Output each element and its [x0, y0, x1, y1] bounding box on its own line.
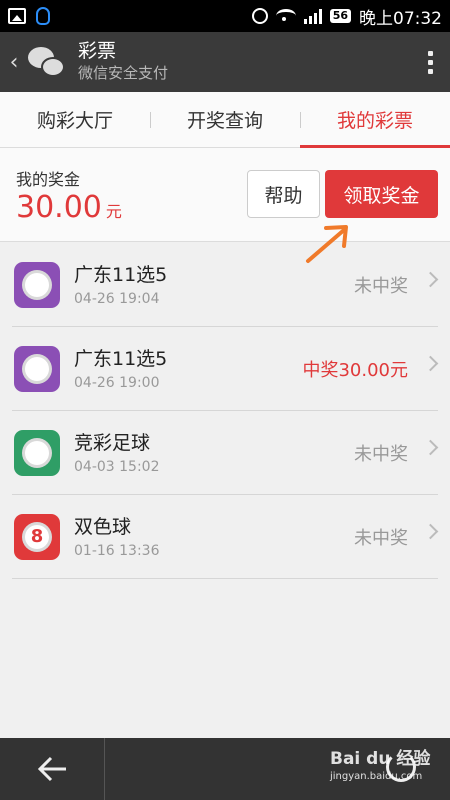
- back-arrow-icon: [37, 756, 66, 782]
- chevron-right-icon: [422, 439, 439, 456]
- tab-draw-results[interactable]: 开奖查询: [150, 92, 300, 147]
- qq-icon: [36, 7, 50, 25]
- status-bar: 56 晚上07:32: [0, 0, 450, 32]
- row-text: 竞彩足球 04-03 15:02: [74, 429, 159, 477]
- tab-lottery-hall[interactable]: 购彩大厅: [0, 92, 150, 147]
- watermark-main: Bai du 经验: [330, 749, 431, 769]
- title-bar: ‹ 彩票 微信安全支付: [0, 32, 450, 92]
- signal-icon: [303, 8, 322, 24]
- soccer-ball-icon: [14, 429, 60, 476]
- status-left: [8, 7, 50, 25]
- tab-my-tickets[interactable]: 我的彩票: [300, 92, 450, 148]
- battery-icon: 56: [329, 9, 351, 23]
- row-text: 广东11选5 04-26 19:04: [74, 261, 167, 309]
- tab-bar: 购彩大厅 开奖查询 我的彩票: [0, 92, 450, 148]
- ticket-status: 中奖30.00元: [302, 359, 408, 381]
- row-text: 双色球 01-16 13:36: [74, 513, 159, 561]
- ticket-status: 未中奖: [354, 527, 408, 549]
- list-item[interactable]: 广东11选5 04-26 19:04 未中奖: [12, 243, 439, 327]
- list-item[interactable]: 竞彩足球 04-03 15:02 未中奖: [12, 411, 439, 495]
- back-chevron-icon[interactable]: ‹: [0, 50, 28, 75]
- list-item[interactable]: 广东11选5 04-26 19:00 中奖30.00元: [12, 327, 439, 411]
- ticket-time: 01-16 13:36: [74, 542, 160, 559]
- clock: 晚上07:32: [359, 8, 442, 29]
- page-title: 彩票: [78, 40, 117, 62]
- row-text: 广东11选5 04-26 19:00: [74, 345, 167, 393]
- page-subtitle: 微信安全支付: [78, 64, 169, 82]
- back-arrow-button[interactable]: [0, 738, 105, 800]
- wechat-icon: [28, 43, 66, 81]
- prize-amount-block: 30.00 元: [16, 190, 122, 225]
- prize-unit: 元: [105, 202, 122, 221]
- lottery-11x5-icon: [14, 345, 60, 392]
- title-block: 彩票 微信安全支付: [78, 40, 168, 84]
- status-right: 56 晚上07:32: [251, 4, 442, 29]
- prize-label: 我的奖金: [16, 170, 81, 189]
- ticket-time: 04-03 15:02: [74, 458, 160, 475]
- watermark-sub: jingyan.baidu.com: [330, 771, 423, 782]
- chevron-right-icon: [422, 523, 439, 540]
- ticket-name: 广东11选5: [74, 347, 168, 370]
- gallery-icon: [8, 8, 26, 24]
- lottery-11x5-icon: [14, 261, 60, 308]
- ticket-status: 未中奖: [354, 443, 408, 465]
- prize-panel: 我的奖金 30.00 元 帮助 领取奖金: [0, 148, 450, 242]
- ticket-list: 广东11选5 04-26 19:04 未中奖 广东11选5 04-26 19:0…: [12, 243, 439, 579]
- ticket-status: 未中奖: [354, 275, 408, 297]
- more-menu-icon[interactable]: [410, 50, 450, 74]
- claim-prize-button[interactable]: 领取奖金: [325, 170, 438, 218]
- ticket-name: 广东11选5: [74, 263, 168, 286]
- watermark: Bai du 经验 jingyan.baidu.com: [330, 744, 430, 782]
- wifi-icon: [275, 9, 296, 23]
- ticket-time: 04-26 19:00: [74, 374, 160, 391]
- prize-amount: 30.00: [16, 190, 102, 225]
- billiard-ball-8-icon: 8: [14, 513, 60, 560]
- chevron-right-icon: [422, 355, 439, 372]
- chevron-right-icon: [422, 271, 439, 288]
- ticket-time: 04-26 19:04: [74, 290, 160, 307]
- alarm-icon: [251, 8, 268, 24]
- list-item[interactable]: 8 双色球 01-16 13:36 未中奖: [12, 495, 439, 579]
- ticket-name: 竞彩足球: [74, 431, 151, 454]
- help-button[interactable]: 帮助: [247, 170, 320, 218]
- ticket-name: 双色球: [74, 515, 132, 538]
